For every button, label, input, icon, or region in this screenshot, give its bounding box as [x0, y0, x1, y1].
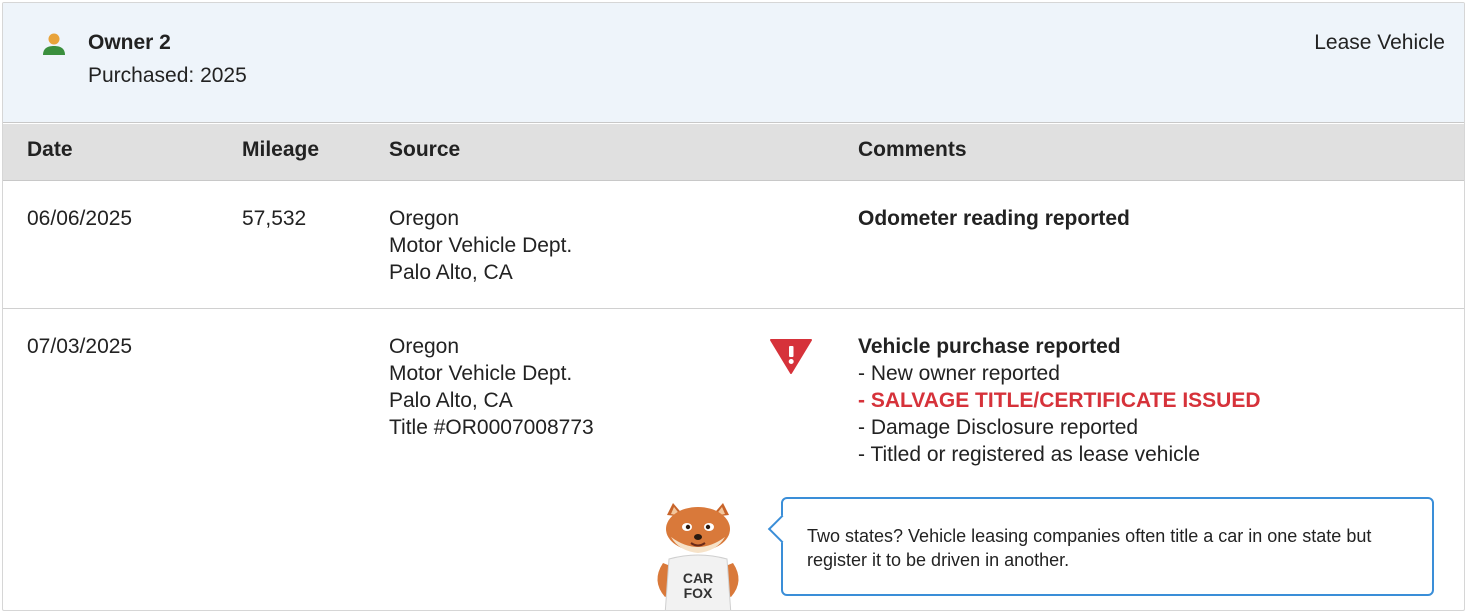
owner-history-card: Owner 2 Purchased: 2025 Lease Vehicle Da…: [2, 2, 1465, 611]
comment-title: Odometer reading reported: [858, 207, 1130, 230]
comment-title: Vehicle purchase reported: [858, 335, 1121, 358]
owner-header: Owner 2 Purchased: 2025 Lease Vehicle: [3, 3, 1464, 123]
column-header-comments: Comments: [858, 138, 967, 161]
row-mileage: 57,532: [242, 207, 307, 230]
tip-text: Two states? Vehicle leasing companies of…: [807, 526, 1372, 570]
row-date: 06/06/2025: [27, 207, 133, 230]
warning-triangle-icon: [770, 339, 812, 374]
car-fox-mascot: CAR FOX: [657, 503, 739, 610]
comment-alert-line: - SALVAGE TITLE/CERTIFICATE ISSUED: [858, 389, 1261, 412]
table-header: Date Mileage Source Comments: [3, 124, 1464, 181]
owner-type: Lease Vehicle: [1314, 31, 1445, 54]
comment-line: - New owner reported: [858, 362, 1060, 385]
row-source: Oregon Motor Vehicle Dept. Palo Alto, CA: [389, 205, 572, 286]
row-date: 07/03/2025: [27, 335, 133, 358]
tip-speech-bubble: Two states? Vehicle leasing companies of…: [767, 497, 1434, 596]
source-line: Motor Vehicle Dept.: [389, 362, 573, 385]
owner-title: Owner 2: [88, 31, 171, 54]
table-row: 07/03/2025 Oregon Motor Vehicle Dept. Pa…: [3, 309, 1464, 610]
source-line: Motor Vehicle Dept.: [389, 234, 573, 257]
row-source: Oregon Motor Vehicle Dept. Palo Alto, CA…: [389, 333, 594, 441]
column-header-date: Date: [27, 138, 73, 161]
row-comments: Odometer reading reported: [858, 205, 1130, 232]
source-line: Palo Alto, CA: [389, 261, 513, 284]
owner-purchased: Purchased: 2025: [88, 64, 247, 87]
source-line: Oregon: [389, 207, 460, 230]
speech-bubble-tail: [767, 514, 797, 544]
column-header-source: Source: [389, 138, 461, 161]
person-icon: [43, 33, 65, 55]
table-row: 06/06/2025 57,532 Oregon Motor Vehicle D…: [3, 181, 1464, 309]
mascot-shirt-text: FOX: [684, 585, 713, 601]
row-comments: Vehicle purchase reported - New owner re…: [858, 333, 1261, 468]
comment-line: - Damage Disclosure reported: [858, 416, 1139, 439]
source-line: Title #OR0007008773: [389, 416, 594, 439]
column-header-mileage: Mileage: [242, 138, 320, 161]
source-line: Oregon: [389, 335, 460, 358]
comment-line: - Titled or registered as lease vehicle: [858, 443, 1200, 466]
mascot-shirt-text: CAR: [683, 570, 713, 586]
source-line: Palo Alto, CA: [389, 389, 513, 412]
